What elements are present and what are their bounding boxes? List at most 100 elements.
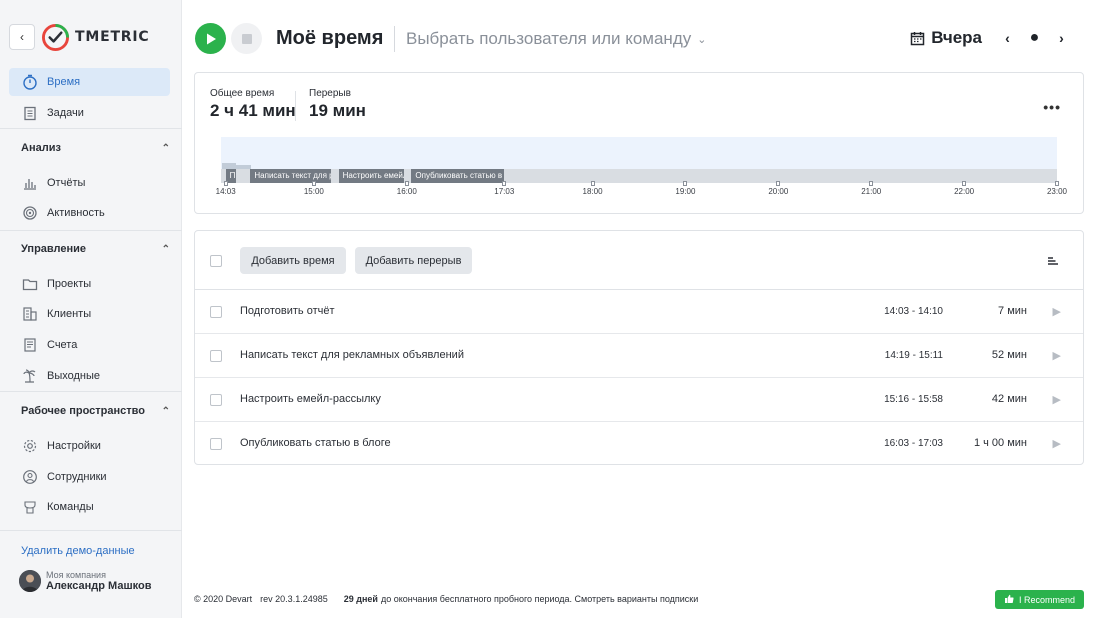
sidebar-top: ‹ TMETRIC <box>9 22 149 52</box>
tick-mark <box>590 181 595 186</box>
break-value: 19 мин <box>309 101 366 120</box>
play-icon[interactable]: ▶ <box>1053 349 1061 362</box>
sidebar-item-label: Выходные <box>47 370 101 382</box>
entry-time-range[interactable]: 16:03 - 17:03 <box>884 438 943 449</box>
copyright: © 2020 Devart <box>194 594 253 604</box>
delete-demo-data-link[interactable]: Удалить демо-данные <box>21 545 135 557</box>
total-time-value: 2 ч 41 мин <box>210 101 296 120</box>
entry-time-range[interactable]: 15:16 - 15:58 <box>884 394 943 405</box>
add-time-button[interactable]: Добавить время <box>240 247 346 274</box>
date-picker[interactable]: Вчера <box>910 28 982 48</box>
time-entry-row[interactable]: Подготовить отчёт 14:03 - 14:10 7 мин ▶ <box>195 290 1083 334</box>
sidebar: ‹ TMETRIC Время Задачи Анализ ⌃ Отчёты А… <box>0 0 182 618</box>
sort-button[interactable] <box>1047 255 1059 270</box>
day-timeline[interactable]: ПНаписать текст для рекламных объявлений… <box>216 137 1067 196</box>
chevron-left-icon: ‹ <box>20 30 24 44</box>
logo[interactable]: TMETRIC <box>42 23 149 51</box>
select-all-checkbox[interactable] <box>210 255 222 267</box>
user-name: Александр Машков <box>46 580 152 592</box>
entry-description[interactable]: Опубликовать статью в блоге <box>240 437 391 449</box>
break-label: Перерыв <box>309 88 351 99</box>
entry-time-range[interactable]: 14:03 - 14:10 <box>884 306 943 317</box>
sidebar-item-tasks[interactable]: Задачи <box>9 99 170 127</box>
sidebar-item-invoices[interactable]: Счета <box>9 331 170 359</box>
trial-text-link[interactable]: до окончания бесплатного пробного период… <box>381 594 698 604</box>
sidebar-item-projects[interactable]: Проекты <box>9 270 170 298</box>
timeline-tick: 22:00 <box>944 181 984 196</box>
sidebar-item-clients[interactable]: Клиенты <box>9 300 170 328</box>
timeline-tick: 17:03 <box>484 181 524 196</box>
chevron-up-icon: ⌃ <box>161 142 170 154</box>
divider <box>394 26 395 52</box>
section-header-management[interactable]: Управление ⌃ <box>21 239 170 259</box>
divider <box>295 91 296 121</box>
tmetric-logo-icon <box>42 23 69 51</box>
play-icon[interactable]: ▶ <box>1053 305 1061 318</box>
play-icon[interactable]: ▶ <box>1053 393 1061 406</box>
tick-label: 19:00 <box>675 187 696 196</box>
chevron-up-icon: ⌃ <box>161 243 170 255</box>
sidebar-item-teams[interactable]: Команды <box>9 493 170 521</box>
stop-icon <box>241 33 252 44</box>
stop-timer-button[interactable] <box>231 23 262 54</box>
entry-checkbox[interactable] <box>210 306 222 318</box>
entry-checkbox[interactable] <box>210 350 222 362</box>
sidebar-item-settings[interactable]: Настройки <box>9 432 170 460</box>
sidebar-item-label: Сотрудники <box>47 471 107 483</box>
sidebar-item-holidays[interactable]: Выходные <box>9 362 170 390</box>
sort-icon <box>1048 257 1058 265</box>
sidebar-item-members[interactable]: Сотрудники <box>9 463 170 491</box>
time-entry-row[interactable]: Опубликовать статью в блоге 16:03 - 17:03… <box>195 422 1083 466</box>
tick-mark <box>776 181 781 186</box>
time-entry-row[interactable]: Настроить емейл-рассылку 15:16 - 15:58 42 … <box>195 378 1083 422</box>
user-team-select[interactable]: Выбрать пользователя или команду ⌄ <box>406 29 706 49</box>
recommend-button[interactable]: I Recommend <box>995 590 1084 609</box>
timeline-background <box>221 137 1057 169</box>
summary-panel: Общее время 2 ч 41 мин Перерыв 19 мин ••… <box>194 72 1084 214</box>
tick-label: 21:00 <box>861 187 882 196</box>
next-day-button[interactable]: › <box>1048 30 1075 46</box>
break-stat: Перерыв 19 мин <box>309 88 366 121</box>
bar-chart-icon <box>21 174 39 192</box>
collapse-sidebar-button[interactable]: ‹ <box>9 24 35 50</box>
date-navigation: Вчера ‹ ● › <box>910 28 1075 48</box>
play-icon[interactable]: ▶ <box>1053 437 1061 450</box>
calendar-icon <box>910 31 925 45</box>
building-icon <box>21 305 39 323</box>
entry-duration[interactable]: 1 ч 00 мин <box>974 437 1027 449</box>
sidebar-item-time[interactable]: Время <box>9 68 170 96</box>
recommend-label: I Recommend <box>1018 594 1076 605</box>
timeline-tick: 21:00 <box>851 181 891 196</box>
entry-time-range[interactable]: 14:19 - 15:11 <box>885 350 943 361</box>
time-entry-row[interactable]: Написать текст для рекламных объявлений 1… <box>195 334 1083 378</box>
section-header-analysis[interactable]: Анализ ⌃ <box>21 138 170 158</box>
user-profile[interactable]: Моя компания Александр Машков <box>19 570 151 592</box>
add-break-button[interactable]: Добавить перерыв <box>355 247 472 274</box>
timeline-tick: 14:03 <box>206 181 246 196</box>
entry-description[interactable]: Написать текст для рекламных объявлений <box>240 349 464 361</box>
section-header-workspace[interactable]: Рабочее пространство ⌃ <box>21 401 170 421</box>
sidebar-item-activity[interactable]: Активность <box>9 199 170 227</box>
start-timer-button[interactable] <box>195 23 226 54</box>
sidebar-item-reports[interactable]: Отчёты <box>9 169 170 197</box>
entry-duration[interactable]: 7 мин <box>998 305 1027 317</box>
user-select-label: Выбрать пользователя или команду <box>406 29 692 48</box>
tick-mark <box>683 181 688 186</box>
entry-duration[interactable]: 42 мин <box>992 393 1027 405</box>
timeline-tick: 16:00 <box>387 181 427 196</box>
today-button[interactable]: ● <box>1021 29 1048 47</box>
previous-day-button[interactable]: ‹ <box>994 30 1021 46</box>
tick-label: 20:00 <box>768 187 789 196</box>
entry-checkbox[interactable] <box>210 394 222 406</box>
tick-label: 14:03 <box>215 187 236 196</box>
page-title: Моё время <box>276 27 384 49</box>
entry-checkbox[interactable] <box>210 438 222 450</box>
entry-description[interactable]: Подготовить отчёт <box>240 305 335 317</box>
tick-label: 22:00 <box>954 187 975 196</box>
clipboard-icon <box>21 104 39 122</box>
entry-description[interactable]: Настроить емейл-рассылку <box>240 393 381 405</box>
tick-mark <box>962 181 967 186</box>
entry-duration[interactable]: 52 мин <box>992 349 1027 361</box>
more-options-button[interactable]: ••• <box>1043 99 1061 115</box>
section-title: Управление <box>21 243 87 255</box>
